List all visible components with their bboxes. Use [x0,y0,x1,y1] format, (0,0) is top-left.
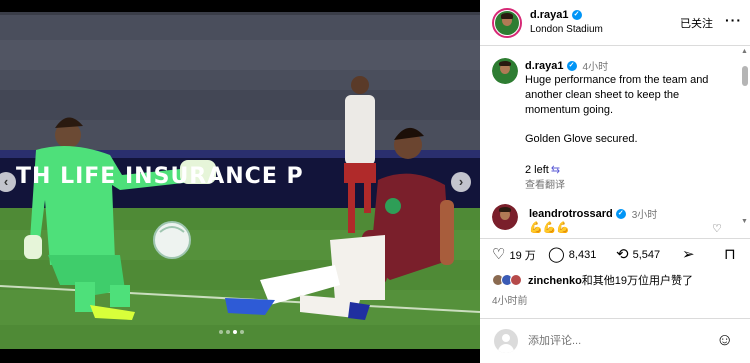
carousel-dot [226,330,230,334]
caption-time: 4小时 [582,62,609,73]
comment-action[interactable]: ◯ 8,431 [548,247,596,263]
scroll-up-arrow-icon[interactable]: ▲ [741,48,748,55]
comment-text: 💪💪💪 [529,222,571,234]
repost-icon[interactable]: ⟲ [616,247,629,263]
image-bottom-bar [0,349,480,363]
more-options-icon[interactable]: ··· [725,12,742,28]
posted-time: 4小时前 [492,296,528,307]
liker-avatar [510,274,522,286]
like-count[interactable]: 19 万 [509,247,535,263]
caption-2-left: 2 left ⇆ [525,163,561,177]
ball [153,221,191,259]
liked-by-text[interactable]: zinchenko和其他19万位用户赞了 [528,272,693,288]
send-icon[interactable]: ➢ [682,247,695,263]
repost-count[interactable]: 5,547 [633,249,661,261]
caption-text: Huge performance from the team and anoth… [525,74,709,116]
author-username[interactable]: d.raya1 ✓ [530,9,582,21]
verified-badge-icon: ✓ [615,208,626,219]
ad-board-text: TH LIFE INSURANCE P [16,164,304,189]
heart-icon[interactable]: ♡ [492,247,505,263]
verified-badge-icon: ✓ [571,10,582,20]
bookmark-icon[interactable]: ⊓ [724,247,736,263]
like-action[interactable]: ♡ 19 万 [492,247,536,263]
comment-avatar[interactable] [492,204,518,230]
post-image[interactable]: TH LIFE INSURANCE P ‹ › [0,0,480,363]
share-action[interactable]: ➢ [682,247,695,263]
comments-section: d.raya1 ✓ 4小时 Huge performance from the … [480,46,750,238]
emoji-icon[interactable]: ☺ [716,330,733,350]
caption-text-line2: Golden Glove secured. [525,133,638,145]
comment-bubble-icon[interactable]: ◯ [548,247,565,263]
carousel-dot [240,330,244,334]
post-side-panel: d.raya1 ✓ London Stadium 已关注 ··· d.raya1… [480,0,750,363]
swap-arrows-icon: ⇆ [550,164,561,176]
see-translation-link[interactable]: 查看翻译 [525,176,565,191]
image-top-bar [0,0,480,12]
carousel-dot [219,330,223,334]
current-user-avatar [494,329,518,353]
action-bar: ♡ 19 万 ◯ 8,431 ⟲ 5,547 ➢ ⊓ [480,238,750,270]
liked-by-row[interactable]: zinchenko和其他19万位用户赞了 [492,272,693,288]
comment-header: leandrotrossard ✓ 3小时 [529,206,658,222]
liked-by-user[interactable]: zinchenko [528,275,582,287]
caption-left-text: 2 left [525,163,549,176]
add-comment-bar: ☺ [480,318,750,363]
comment-username[interactable]: leandrotrossard [529,208,613,220]
save-action[interactable]: ⊓ [724,247,736,263]
author-username-text[interactable]: d.raya1 [530,9,569,21]
caption-header: d.raya1 ✓ 4小时 [525,58,609,74]
comment-input[interactable] [528,331,708,351]
post-header: d.raya1 ✓ London Stadium 已关注 ··· [480,0,750,46]
comments-scrollbar[interactable]: ▲ ▼ [741,48,748,228]
carousel-indicator [219,330,244,334]
author-avatar[interactable] [492,8,522,38]
comment-like-heart-icon[interactable]: ♡ [712,222,722,235]
repost-action[interactable]: ⟲ 5,547 [616,247,660,263]
following-button[interactable]: 已关注 [680,15,713,31]
liked-by-others[interactable]: 和其他19万位用户赞了 [582,275,693,287]
scroll-thumb[interactable] [742,66,748,86]
caption-avatar[interactable] [492,58,518,84]
comment-count[interactable]: 8,431 [569,249,597,261]
scroll-down-arrow-icon[interactable]: ▼ [741,218,748,225]
carousel-dot-active [233,330,237,334]
chevron-right-icon[interactable]: › [451,172,471,192]
caption-username[interactable]: d.raya1 [525,60,564,72]
location-link[interactable]: London Stadium [530,24,603,35]
comment-time: 3小时 [631,210,658,221]
verified-badge-icon: ✓ [566,60,577,71]
